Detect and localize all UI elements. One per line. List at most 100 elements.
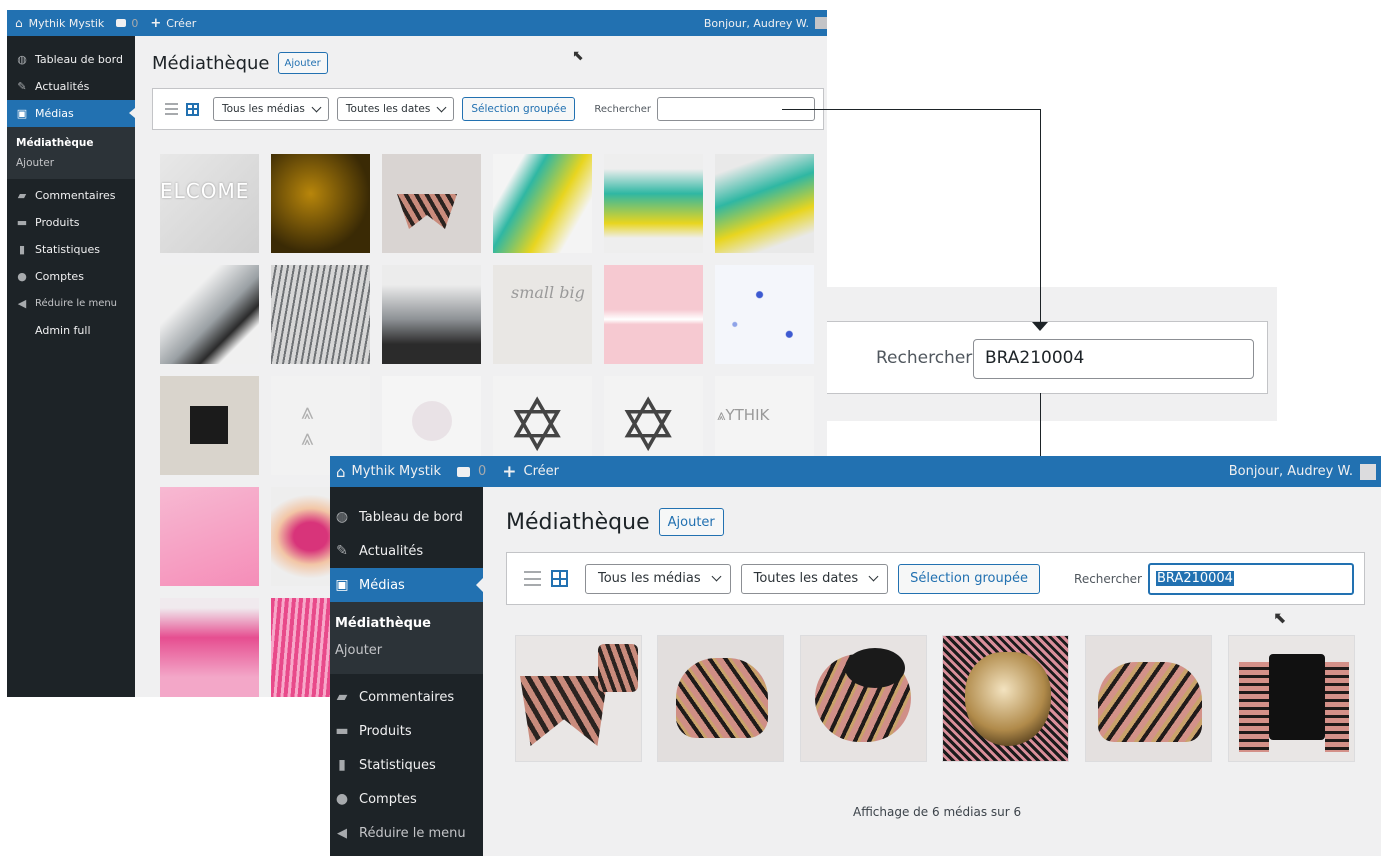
media-thumbnail[interactable] [800, 635, 927, 762]
front-screen: ⌂ Mythik Mystik 0 + Créer Bonjour, Audre… [330, 456, 1381, 856]
menu-item-posts[interactable]: ✎ Actualités [330, 534, 483, 568]
menu-item-posts[interactable]: ✎ Actualités [7, 73, 135, 100]
avatar [815, 17, 827, 29]
menu-item-comments[interactable]: ▰ Commentaires [7, 182, 135, 209]
media-thumbnail[interactable] [382, 154, 481, 253]
menu-item-products[interactable]: ▬ Produits [7, 209, 135, 236]
search-wrap: Rechercher BRA210004 [1074, 562, 1354, 595]
select-value: Toutes les dates [345, 103, 431, 115]
media-type-filter[interactable]: Tous les médias [213, 97, 329, 121]
media-thumbnail[interactable] [604, 154, 703, 253]
media-thumbnail[interactable] [160, 598, 259, 697]
menu-item-products[interactable]: ▬ Produits [330, 714, 483, 748]
arrow-head-icon [1032, 322, 1048, 331]
media-thumbnail[interactable] [160, 376, 259, 475]
media-thumbnail[interactable] [160, 487, 259, 586]
submenu-item-library[interactable]: Médiathèque [330, 610, 483, 637]
new-content-link[interactable]: + Créer [150, 16, 196, 31]
media-thumbnail[interactable] [271, 154, 370, 253]
collapse-menu[interactable]: ◀ Réduire le menu [330, 816, 483, 850]
media-thumbnail[interactable] [160, 265, 259, 364]
submenu-item-add[interactable]: Ajouter [7, 153, 135, 175]
bulk-select-button[interactable]: Sélection groupée [462, 97, 576, 121]
grid-view-icon[interactable] [186, 102, 199, 116]
menu-item-dashboard[interactable]: ◍ Tableau de bord [7, 46, 135, 73]
select-value: Tous les médias [222, 103, 305, 115]
menu-label: Réduire le menu [359, 825, 466, 841]
menu-item-users[interactable]: ● Comptes [7, 263, 135, 290]
media-thumbnail[interactable] [382, 265, 481, 364]
menu-label: Réduire le menu [35, 298, 118, 309]
collapse-menu[interactable]: ◀ Réduire le menu [7, 290, 135, 317]
chevron-down-icon [436, 102, 447, 112]
comment-icon: ▰ [17, 189, 27, 202]
menu-item-stats[interactable]: ▮ Statistiques [7, 236, 135, 263]
chevron-down-icon [711, 571, 722, 582]
date-filter[interactable]: Toutes les dates [336, 97, 455, 121]
add-media-button[interactable]: Ajouter [277, 52, 328, 74]
media-thumbnail[interactable] [604, 265, 703, 364]
list-view-icon[interactable] [524, 571, 541, 586]
comments-link[interactable]: 0 [456, 464, 487, 479]
comments-count: 0 [477, 464, 487, 479]
media-thumbnail[interactable] [657, 635, 784, 762]
media-thumbnail[interactable] [715, 154, 814, 253]
page-title: Médiathèque [152, 52, 270, 74]
media-submenu: Médiathèque Ajouter [7, 127, 135, 179]
media-submenu: Médiathèque Ajouter [330, 602, 483, 674]
dashboard-icon: ◍ [335, 509, 349, 525]
menu-item-stats[interactable]: ▮ Statistiques [330, 748, 483, 782]
media-thumbnail[interactable] [942, 635, 1069, 762]
connector-line [782, 109, 1040, 110]
menu-item-media[interactable]: ▣ Médias [330, 568, 483, 602]
bulk-select-button[interactable]: Sélection groupée [898, 563, 1040, 594]
home-icon: ⌂ [336, 462, 346, 481]
date-filter[interactable]: Toutes les dates [740, 563, 889, 594]
new-content-link[interactable]: + Créer [502, 462, 559, 482]
plus-icon: + [502, 461, 517, 482]
menu-label: Commentaires [35, 189, 116, 202]
menu-item-media[interactable]: ▣ Médias [7, 100, 135, 127]
media-thumbnail[interactable] [271, 265, 370, 364]
site-home-link[interactable]: ⌂ Mythik Mystik [336, 463, 441, 481]
site-home-link[interactable]: ⌂ Mythik Mystik [15, 16, 104, 30]
account-menu[interactable]: Bonjour, Audrey W. [704, 17, 827, 30]
menu-label: Actualités [35, 80, 90, 93]
zoom-callout: Rechercher BRA210004 [827, 287, 1277, 421]
search-label: Rechercher [594, 103, 651, 115]
list-view-icon[interactable] [165, 103, 178, 115]
zoom-search-input[interactable]: BRA210004 [973, 339, 1254, 379]
add-media-button[interactable]: Ajouter [658, 508, 724, 536]
pin-icon: ✎ [336, 543, 348, 559]
menu-item-dashboard[interactable]: ◍ Tableau de bord [330, 500, 483, 534]
submenu-item-library[interactable]: Médiathèque [7, 133, 135, 153]
dashboard-icon: ◍ [17, 53, 27, 66]
grid-view-icon[interactable] [551, 570, 568, 587]
pin-icon: ✎ [17, 80, 27, 93]
comment-icon: ▰ [336, 689, 348, 705]
media-thumbnail[interactable]: ELCOME [160, 154, 259, 253]
account-menu[interactable]: Bonjour, Audrey W. [1228, 463, 1376, 480]
menu-item-admin-full[interactable]: Admin full [7, 317, 135, 344]
menu-item-users[interactable]: ● Comptes [330, 782, 483, 816]
media-thumbnail[interactable] [493, 154, 592, 253]
menu-label: Produits [35, 216, 80, 229]
submenu-item-add[interactable]: Ajouter [330, 637, 483, 668]
comments-link[interactable]: 0 [116, 17, 138, 30]
menu-label: Tableau de bord [35, 53, 123, 66]
menu-item-comments[interactable]: ▰ Commentaires [330, 680, 483, 714]
greeting: Bonjour, Audrey W. [1228, 464, 1353, 479]
menu-label: Produits [359, 723, 412, 739]
menu-label: Actualités [359, 543, 424, 559]
avatar [1360, 463, 1376, 480]
media-type-filter[interactable]: Tous les médias [585, 563, 731, 594]
media-thumbnail[interactable]: small big [493, 265, 592, 364]
media-thumbnail[interactable] [1085, 635, 1212, 762]
search-input[interactable]: BRA210004 [1148, 562, 1354, 595]
media-thumbnail[interactable] [715, 265, 814, 364]
media-thumbnail[interactable] [1228, 635, 1355, 762]
menu-label: Comptes [359, 791, 417, 807]
user-icon: ● [335, 791, 349, 807]
media-thumbnail[interactable] [515, 635, 642, 762]
mouse-cursor-icon: ⬉ [572, 48, 584, 64]
